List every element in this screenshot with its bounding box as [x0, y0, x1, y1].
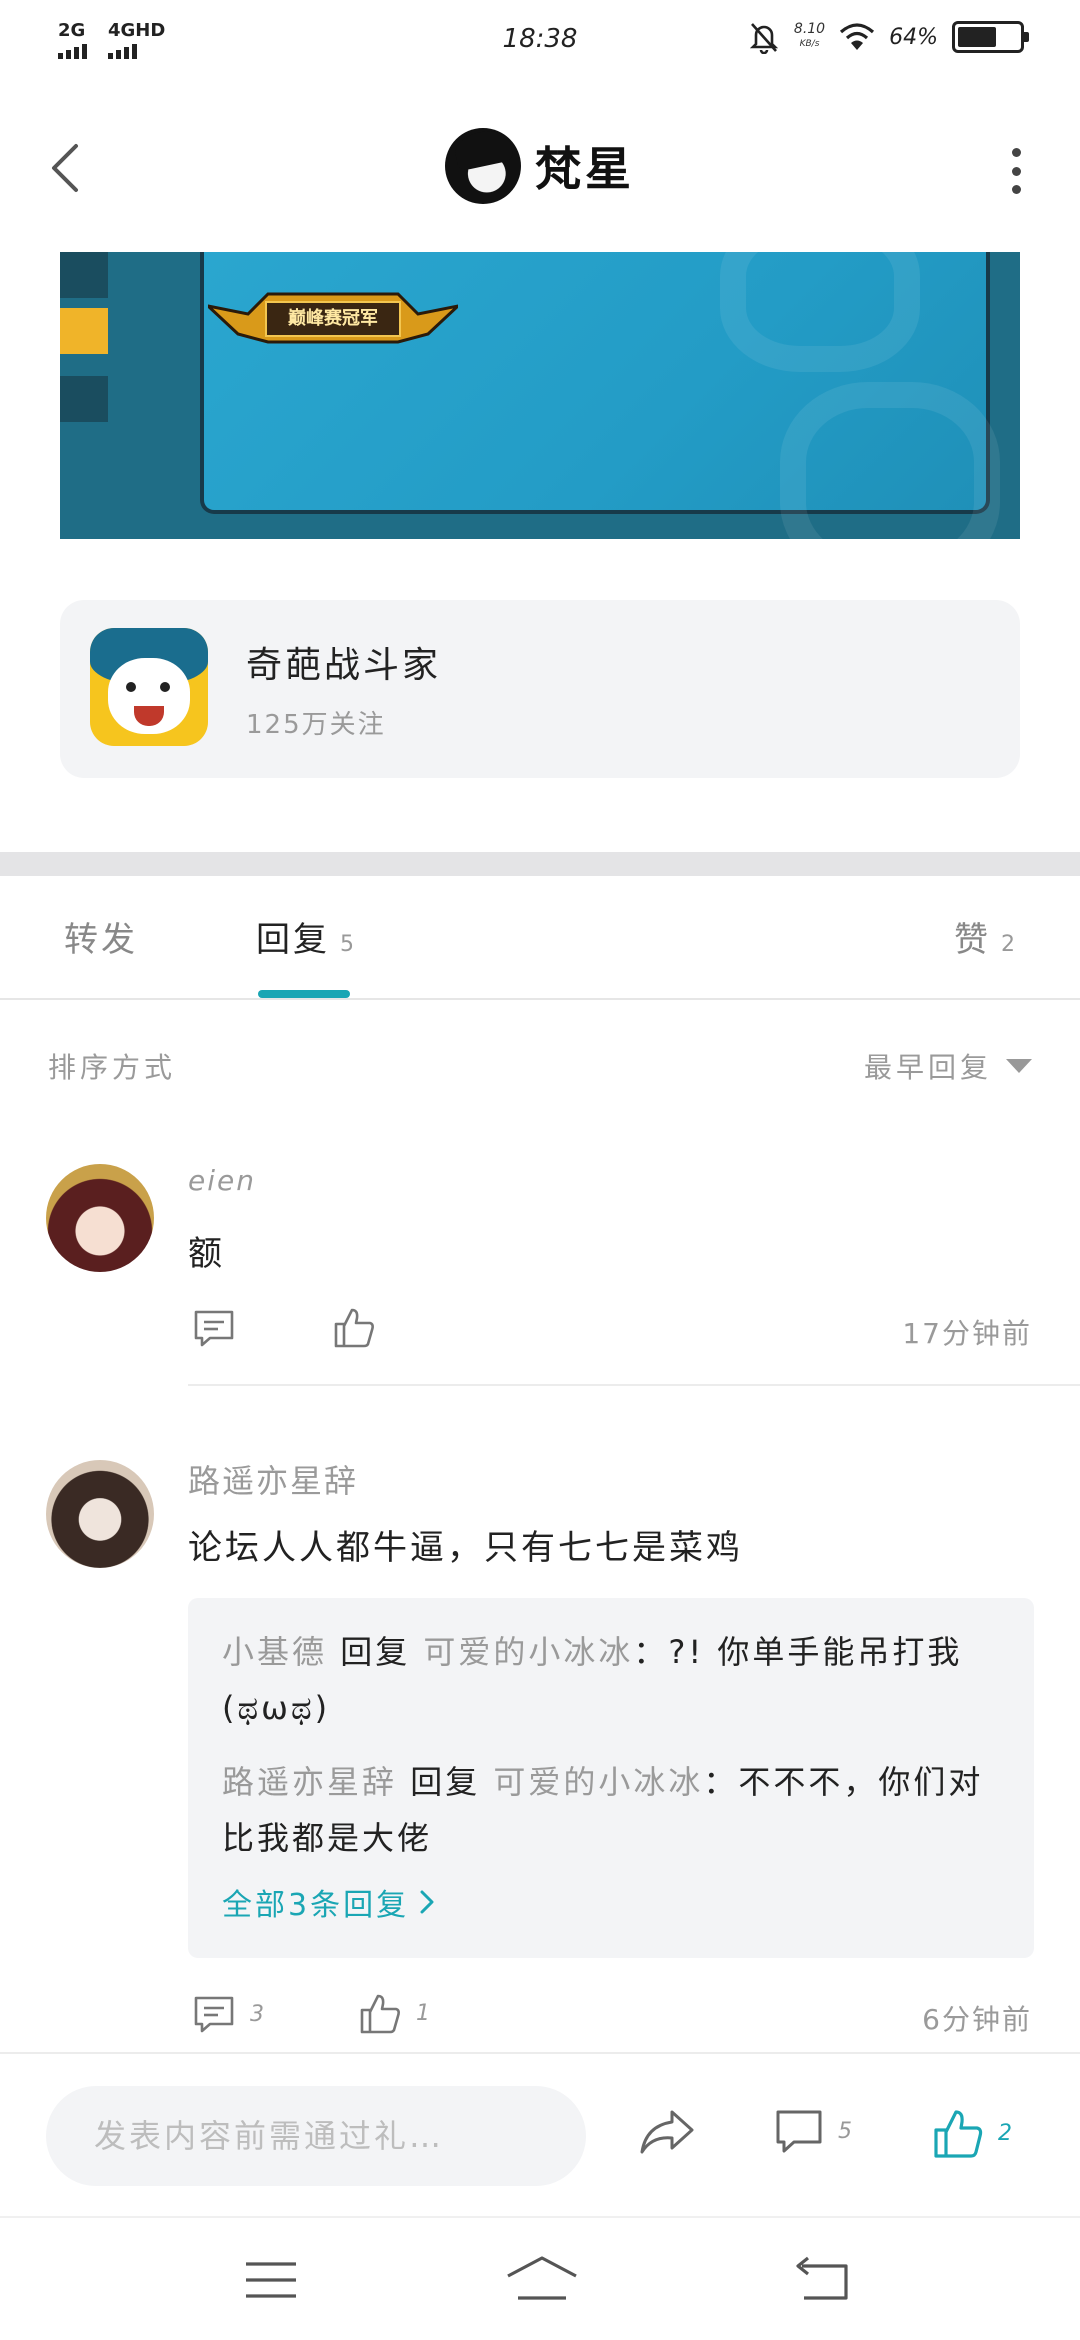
net-speed: 8.10 KB/s — [794, 22, 825, 52]
game-card[interactable]: 奇葩战斗家 125万关注 — [60, 600, 1020, 778]
home-icon — [507, 2256, 577, 2300]
tab-likes-label: 赞 — [954, 920, 991, 960]
thumbs-up-icon — [934, 2110, 983, 2158]
tab-likes[interactable]: 赞2 — [954, 912, 1015, 961]
back-arrow-icon — [796, 2256, 848, 2300]
system-nav-bar — [0, 2216, 1080, 2340]
home-button[interactable] — [502, 2252, 582, 2308]
sort-dropdown[interactable]: 最早回复 — [864, 1046, 1032, 1086]
reply-to[interactable]: 可爱的小冰冰 — [423, 1633, 633, 1671]
comment-username[interactable]: eien — [188, 1164, 256, 1197]
banner-decor — [780, 382, 1000, 539]
avatar[interactable] — [46, 1164, 154, 1272]
banner-side-tab-active — [60, 308, 108, 354]
author-avatar[interactable] — [445, 128, 521, 204]
status-bar: 2G 4GHD 18:38 8.10 KB/s 64% — [0, 0, 1080, 84]
reply-item: 小基德 回复 可爱的小冰冰：?! 你单手能吊打我(ಥωಥ) — [222, 1624, 1012, 1736]
back-nav-button[interactable] — [788, 2252, 858, 2308]
comment-username[interactable]: 路遥亦星辞 — [188, 1456, 358, 1502]
comment-time: 17分钟前 — [902, 1317, 1032, 1350]
bottom-action-bar: 5 2 — [0, 2052, 1080, 2216]
tab-forward[interactable]: 转发 — [64, 912, 138, 961]
champion-badge-text: 巅峰赛冠军 — [288, 308, 378, 329]
post-like-count: 2 — [998, 2120, 1012, 2146]
post-image[interactable]: 巅峰赛冠军 — [60, 252, 1020, 539]
comment-icon — [776, 2110, 822, 2153]
status-icons: 8.10 KB/s 64% — [748, 20, 1029, 54]
tab-indicator — [258, 990, 350, 998]
sort-label: 排序方式 — [48, 1051, 177, 1084]
author-name[interactable]: 梵星 — [535, 133, 635, 199]
header-author[interactable]: 梵星 — [0, 128, 1080, 204]
banner-side-tab — [60, 376, 108, 422]
battery-fill — [958, 27, 997, 47]
tab-likes-count: 2 — [1001, 932, 1015, 957]
tab-forward-label: 转发 — [64, 920, 138, 960]
reply-button[interactable]: 3 — [192, 1992, 264, 2036]
more-options-button[interactable] — [1010, 148, 1022, 194]
reply-from[interactable]: 路遥亦星辞 — [222, 1763, 397, 1801]
section-divider — [0, 852, 1080, 876]
comment-time: 6分钟前 — [922, 2003, 1032, 2036]
tab-replies[interactable]: 回复 5 — [256, 912, 354, 961]
comment-divider — [188, 1384, 1080, 1386]
reply-button[interactable] — [192, 1306, 250, 1350]
comment-text: 论坛人人都牛逼，只有七七是菜鸡 — [188, 1528, 743, 1568]
comment-input[interactable] — [46, 2086, 586, 2186]
chevron-right-icon — [420, 1890, 434, 1914]
banner-decor — [720, 252, 920, 372]
bell-mute-icon — [749, 23, 779, 54]
avatar[interactable] — [46, 1460, 154, 1568]
all-replies-link[interactable]: 全部3条回复 — [222, 1880, 437, 1924]
banner-side-tab — [60, 252, 108, 298]
wifi-icon — [840, 23, 875, 50]
like-button[interactable] — [332, 1304, 390, 1350]
sort-selected: 最早回复 — [863, 1051, 992, 1084]
tab-replies-label: 回复 — [256, 920, 330, 960]
game-followers: 125万关注 — [246, 710, 386, 740]
reply-from[interactable]: 小基德 — [222, 1633, 327, 1671]
comment-count: 5 — [838, 2118, 852, 2144]
comment-icon — [194, 1996, 234, 2033]
post-like-button[interactable]: 2 — [932, 2106, 1012, 2160]
reply-verb: 回复 — [340, 1633, 411, 1671]
reply-to[interactable]: 可爱的小冰冰 — [493, 1763, 703, 1801]
caret-down-icon — [1006, 1059, 1032, 1073]
thumbs-up-icon — [360, 1994, 400, 2034]
game-icon — [90, 628, 208, 746]
reply-item: 路遥亦星辞 回复 可爱的小冰冰：不不不，你们对比我都是大佬 — [222, 1754, 1012, 1866]
tab-bar: 转发 回复 5 赞2 — [0, 876, 1080, 1000]
net-speed-value: 8.10 — [793, 21, 826, 37]
like-button[interactable]: 1 — [358, 1990, 430, 2036]
share-button[interactable] — [638, 2106, 696, 2158]
comment-count-button[interactable]: 5 — [774, 2106, 852, 2156]
reply-preview-box[interactable]: 小基德 回复 可爱的小冰冰：?! 你单手能吊打我(ಥωಥ) 路遥亦星辞 回复 可… — [188, 1598, 1034, 1958]
like-count: 1 — [416, 2000, 430, 2026]
comment-text: 额 — [188, 1234, 225, 1274]
reply-count: 3 — [250, 2001, 264, 2027]
share-icon — [640, 2110, 694, 2154]
net-speed-unit: KB/s — [799, 39, 820, 49]
menu-button[interactable] — [236, 2252, 306, 2308]
thumbs-up-icon — [334, 1308, 374, 1348]
all-replies-label: 全部3条回复 — [222, 1888, 410, 1923]
comment-icon — [194, 1310, 234, 1347]
dot-icon — [1011, 185, 1021, 194]
reply-verb: 回复 — [410, 1763, 481, 1801]
header: 梵星 — [0, 110, 1080, 230]
tab-replies-count: 5 — [340, 932, 354, 957]
menu-icon — [246, 2262, 296, 2298]
battery-percent: 64% — [889, 24, 938, 50]
dot-icon — [1011, 166, 1021, 176]
dot-icon — [1011, 148, 1021, 157]
battery-icon — [952, 21, 1029, 53]
game-name: 奇葩战斗家 — [246, 645, 442, 686]
